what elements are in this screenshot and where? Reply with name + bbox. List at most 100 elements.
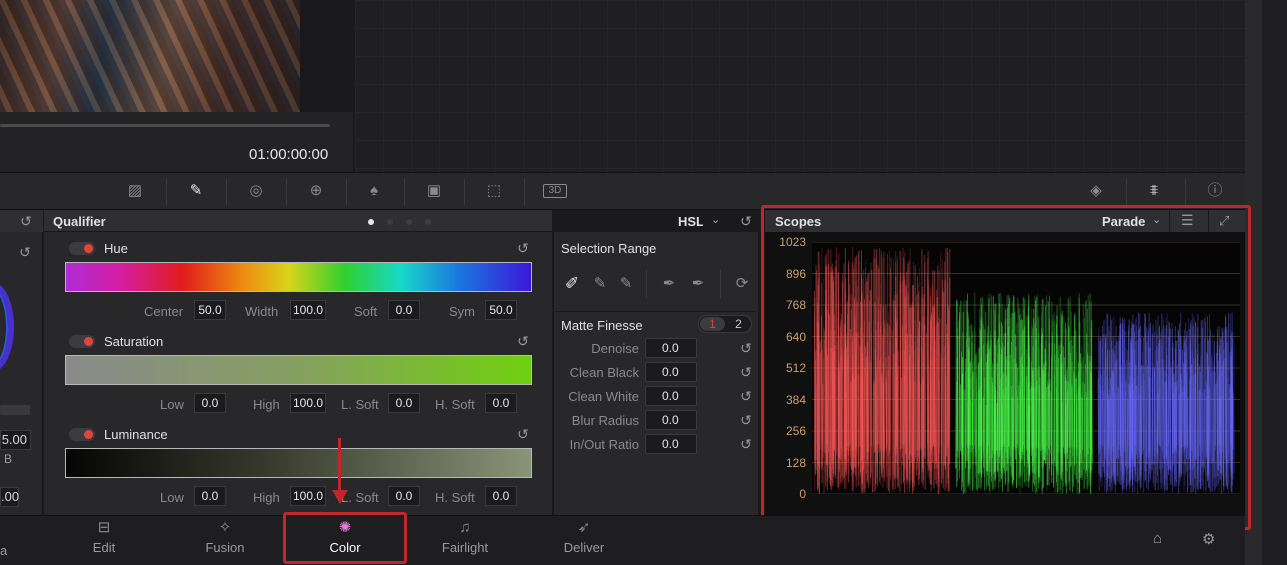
key-icon[interactable]: ▣: [423, 181, 445, 201]
hue-width-field[interactable]: 100.0: [290, 300, 326, 320]
reset-icon[interactable]: ↺: [18, 245, 32, 259]
window-icon[interactable]: ◎: [245, 181, 267, 201]
fusion-page-label: Fusion: [205, 540, 245, 555]
timecode-display: 01:00:00:00: [249, 146, 329, 163]
saturation-label: Saturation: [104, 334, 164, 349]
section-divider: [555, 311, 755, 312]
luminance-hsoft-field[interactable]: 0.0: [485, 486, 517, 506]
feather-add-icon[interactable]: ✒: [687, 274, 709, 294]
clean-black-field[interactable]: 0.0: [645, 362, 697, 382]
reset-icon[interactable]: ↺: [739, 413, 753, 427]
selection-separator: [646, 270, 647, 298]
blur-radius-field[interactable]: 0.0: [645, 410, 697, 430]
reset-icon[interactable]: ↺: [739, 365, 753, 379]
reset-icon[interactable]: ↺: [739, 214, 753, 228]
luminance-toggle[interactable]: [69, 428, 95, 441]
denoise-field[interactable]: 0.0: [645, 338, 697, 358]
clean-white-field[interactable]: 0.0: [645, 386, 697, 406]
fusion-page-icon: ✧: [218, 519, 232, 536]
page-dot[interactable]: [425, 219, 431, 225]
right-edge-background: [1262, 0, 1287, 565]
toolbar-separator: [286, 179, 287, 205]
luminance-lsoft-field[interactable]: 0.0: [388, 486, 420, 506]
reset-icon[interactable]: ↺: [19, 214, 33, 228]
page-button-fairlight[interactable]: ♫ Fairlight: [420, 518, 510, 555]
saturation-high-label: High: [253, 397, 280, 412]
wheel-value-field[interactable]: 5.00: [0, 430, 31, 450]
saturation-low-field[interactable]: 0.0: [194, 393, 226, 413]
page-button-partial-label[interactable]: a: [0, 543, 7, 558]
picker-subtract-icon[interactable]: ✎: [589, 274, 611, 294]
wheel-slider-partial[interactable]: [0, 405, 30, 415]
matte-tab-1[interactable]: 1: [700, 317, 725, 331]
picker-icon[interactable]: ✐: [561, 274, 583, 294]
header-separator: [703, 210, 704, 232]
qualifier-eyedropper-icon[interactable]: ✎: [185, 181, 207, 201]
hue-center-label: Center: [144, 304, 184, 319]
viewer-frame-image: [0, 0, 300, 112]
hue-bar[interactable]: [65, 262, 532, 292]
reset-icon[interactable]: ↺: [739, 341, 753, 355]
page-dot-active[interactable]: [368, 219, 374, 225]
page-button-fusion[interactable]: ✧ Fusion: [180, 518, 270, 555]
toolbar-separator: [404, 179, 405, 205]
keyframes-icon[interactable]: ◈: [1085, 181, 1107, 201]
reset-icon[interactable]: ↺: [516, 334, 530, 348]
luminance-bar[interactable]: [65, 448, 532, 478]
page-dot[interactable]: [387, 219, 393, 225]
home-icon[interactable]: ⌂: [1153, 530, 1162, 547]
invert-icon[interactable]: ⟳: [731, 274, 753, 294]
saturation-lsoft-field[interactable]: 0.0: [388, 393, 420, 413]
feather-subtract-icon[interactable]: ✒: [658, 274, 680, 294]
blur-radius-label: Blur Radius: [571, 413, 639, 428]
toolbar-separator: [1126, 179, 1127, 205]
toolbar-separator: [464, 179, 465, 205]
hue-sym-field[interactable]: 50.0: [485, 300, 517, 320]
inout-ratio-field[interactable]: 0.0: [645, 434, 697, 454]
qualifier-mode-select[interactable]: HSL: [678, 214, 704, 229]
saturation-lsoft-label: L. Soft: [341, 397, 379, 412]
luminance-low-field[interactable]: 0.0: [194, 486, 226, 506]
saturation-toggle[interactable]: [69, 335, 95, 348]
deliver-page-label: Deliver: [563, 540, 605, 555]
curves-icon[interactable]: ▨: [124, 181, 146, 201]
page-button-edit[interactable]: ⊟ Edit: [59, 518, 149, 555]
node-editor[interactable]: [355, 0, 1245, 172]
edit-page-label: Edit: [92, 540, 116, 555]
tracker-icon[interactable]: ⊕: [305, 181, 327, 201]
blur-icon[interactable]: ♠: [363, 181, 385, 201]
wheel-value-field[interactable]: .00: [0, 487, 19, 507]
annotation-arrow-head: [332, 490, 348, 504]
clean-black-label: Clean Black: [569, 365, 639, 380]
toolbar-separator: [166, 179, 167, 205]
viewer-scrubber[interactable]: [0, 124, 330, 127]
hue-toggle[interactable]: [69, 242, 95, 255]
page-button-deliver[interactable]: ➶ Deliver: [539, 518, 629, 555]
primaries-header-partial: ↺: [0, 210, 43, 232]
scopes-toggle-icon[interactable]: ⩨: [1143, 181, 1165, 201]
reset-icon[interactable]: ↺: [739, 389, 753, 403]
3d-icon[interactable]: 3D: [543, 184, 567, 198]
saturation-hsoft-field[interactable]: 0.0: [485, 393, 517, 413]
chevron-down-icon[interactable]: ⌄: [711, 213, 720, 226]
matte-tab-2[interactable]: 2: [727, 317, 750, 331]
reset-icon[interactable]: ↺: [516, 427, 530, 441]
gear-icon[interactable]: ⚙: [1202, 530, 1215, 548]
viewer-background: [300, 0, 353, 112]
matte-finesse-title: Matte Finesse: [561, 318, 643, 333]
page-dot[interactable]: [406, 219, 412, 225]
hue-width-label: Width: [245, 304, 279, 319]
hue-soft-field[interactable]: 0.0: [388, 300, 420, 320]
reset-icon[interactable]: ↺: [739, 437, 753, 451]
reset-icon[interactable]: ↺: [516, 241, 530, 255]
viewer-transport: [0, 112, 353, 172]
color-page-highlight-frame: [283, 512, 407, 564]
hue-center-field[interactable]: 50.0: [194, 300, 226, 320]
info-icon[interactable]: ⓘ: [1204, 181, 1226, 201]
sizing-icon[interactable]: ⬚: [483, 181, 505, 201]
picker-add-icon[interactable]: ✎: [615, 274, 637, 294]
deliver-page-icon: ➶: [577, 519, 591, 536]
luminance-high-field[interactable]: 100.0: [290, 486, 326, 506]
saturation-bar[interactable]: [65, 355, 532, 385]
saturation-high-field[interactable]: 100.0: [290, 393, 326, 413]
